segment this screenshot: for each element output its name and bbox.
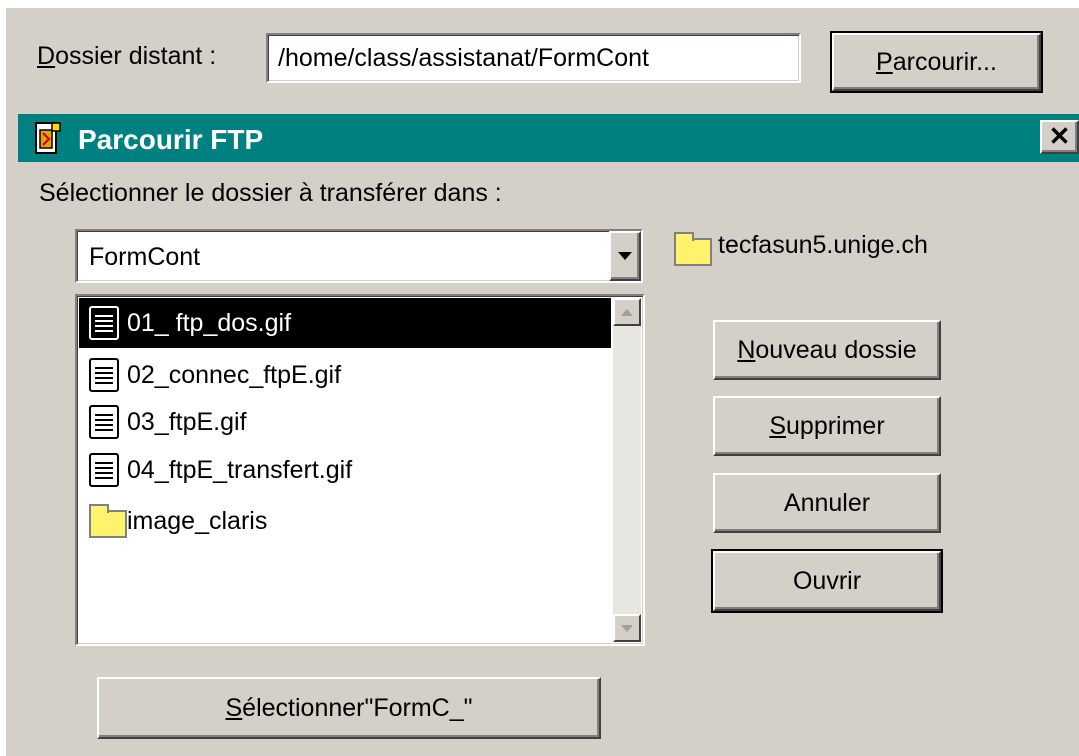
ftp-document-icon (32, 121, 64, 157)
dialog-title: Parcourir FTP (78, 124, 264, 155)
open-label: Ouvrir (792, 566, 862, 595)
browse-button-label: Parcourir... (876, 47, 997, 76)
document-icon (89, 358, 119, 392)
document-icon (89, 405, 119, 439)
list-item[interactable]: 02_connec_ftpE.gif (79, 350, 611, 400)
vertical-scrollbar[interactable] (613, 298, 641, 642)
cancel-button[interactable]: Annuler (713, 473, 941, 533)
delete-label: Supprimer (769, 411, 885, 440)
list-item-label: image_claris (127, 506, 268, 535)
remote-folder-label: Dossier distant : (37, 42, 217, 70)
list-item-label: 04_ftpE_transfert.gif (127, 455, 353, 484)
dropdown-button[interactable] (609, 231, 641, 281)
folder-select[interactable]: FormCont (75, 229, 643, 283)
folder-select-value: FormCont (89, 243, 201, 271)
open-button[interactable]: Ouvrir (711, 549, 943, 613)
list-item[interactable]: 03_ftpE.gif (79, 397, 611, 447)
scroll-up-button[interactable] (613, 298, 641, 326)
delete-button[interactable]: Supprimer (713, 396, 941, 456)
chevron-up-icon (621, 308, 633, 316)
list-item-label: 02_connec_ftpE.gif (127, 360, 342, 389)
browse-button[interactable]: Parcourir... (830, 31, 1043, 93)
list-item[interactable]: 01_ ftp_dos.gif (79, 298, 611, 348)
dialog-prompt: Sélectionner le dossier à transférer dan… (39, 179, 502, 207)
new-folder-label: Nouveau dossie (737, 335, 917, 364)
file-list[interactable]: 01_ ftp_dos.gif 02_connec_ftpE.gif 03_ft… (75, 294, 645, 646)
list-item-label: 03_ftpE.gif (127, 407, 247, 436)
list-item[interactable]: 04_ftpE_transfert.gif (79, 445, 611, 495)
document-icon (89, 306, 119, 340)
top-highlight (0, 0, 1079, 8)
chevron-down-icon (618, 252, 632, 260)
select-folder-label: Sélectionner"FormC_" (225, 693, 473, 722)
new-folder-button[interactable]: Nouveau dossie (713, 320, 941, 380)
close-button[interactable]: ✕ (1040, 120, 1079, 154)
cancel-label: Annuler (783, 488, 871, 517)
close-icon: ✕ (1048, 120, 1071, 151)
select-folder-button[interactable]: Sélectionner"FormC_" (97, 677, 601, 739)
remote-folder-value: /home/class/assistanat/FormCont (278, 44, 649, 72)
file-list-body: 01_ ftp_dos.gif 02_connec_ftpE.gif 03_ft… (79, 298, 613, 642)
remote-folder-field[interactable]: /home/class/assistanat/FormCont (266, 33, 801, 83)
list-item[interactable]: image_claris (79, 496, 611, 546)
list-item-label: 01_ ftp_dos.gif (127, 308, 292, 337)
server-name: tecfasun5.unige.ch (718, 231, 928, 259)
scroll-down-button[interactable] (613, 614, 641, 642)
server-folder-icon (674, 230, 712, 266)
document-icon (89, 453, 119, 487)
chevron-down-icon (621, 624, 633, 632)
left-highlight (0, 0, 6, 756)
folder-icon (89, 504, 127, 538)
